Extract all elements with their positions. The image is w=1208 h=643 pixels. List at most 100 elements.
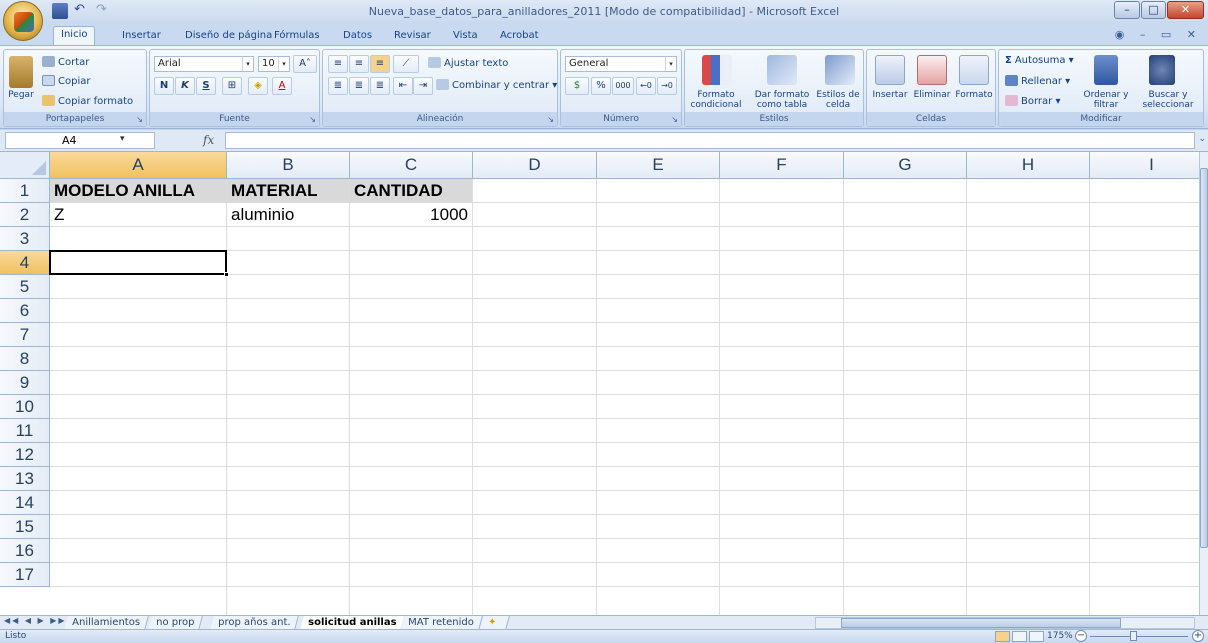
row-header-13[interactable]: 13 bbox=[0, 467, 50, 491]
align-bottom-icon[interactable]: ≡ bbox=[370, 55, 390, 73]
column-header-f[interactable]: F bbox=[720, 152, 844, 179]
horizontal-scrollbar[interactable] bbox=[815, 617, 1195, 629]
vertical-scrollbar[interactable] bbox=[1199, 152, 1208, 615]
cell-a2[interactable]: Z bbox=[50, 203, 226, 226]
percent-button[interactable]: % bbox=[591, 77, 611, 95]
paste-label[interactable]: Pegar bbox=[4, 90, 38, 100]
row-header-9[interactable]: 9 bbox=[0, 371, 50, 395]
sheet-tab-no-prop[interactable]: no prop bbox=[148, 616, 204, 630]
fill-color-icon[interactable]: ◈ bbox=[248, 77, 268, 95]
cell-styles-icon[interactable] bbox=[825, 55, 855, 85]
cell-a1[interactable]: MODELO ANILLA bbox=[50, 179, 226, 202]
sheet-tab-anillamientos[interactable]: Anillamientos bbox=[64, 616, 149, 630]
font-size-select[interactable]: 10 ▾ bbox=[258, 56, 290, 72]
find-select-button[interactable]: Buscar y seleccionar bbox=[1135, 90, 1201, 110]
currency-icon[interactable]: $ bbox=[565, 77, 589, 95]
sheet-navigation-icon[interactable]: ◀◀ ◀ ▶ ▶▶ bbox=[4, 616, 67, 625]
merge-center-button[interactable]: Combinar y centrar ▾ bbox=[436, 79, 557, 91]
minimize-button[interactable]: – bbox=[1114, 1, 1140, 19]
font-name-select[interactable]: Arial ▾ bbox=[154, 56, 254, 72]
page-break-view-icon[interactable] bbox=[1029, 631, 1044, 642]
column-header-c[interactable]: C bbox=[350, 152, 473, 179]
align-top-icon[interactable]: ≡ bbox=[328, 55, 348, 73]
maximize-button[interactable]: □ bbox=[1141, 1, 1166, 19]
name-box[interactable]: A4 bbox=[5, 132, 155, 149]
cut-button[interactable]: Cortar bbox=[42, 56, 89, 68]
tab-diseno-pagina[interactable]: Diseño de página bbox=[185, 28, 272, 43]
alignment-launcher-icon[interactable]: ↘ bbox=[547, 115, 554, 124]
align-left-icon[interactable]: ≣ bbox=[328, 77, 348, 95]
fill-handle[interactable] bbox=[224, 272, 229, 277]
formula-input[interactable] bbox=[225, 132, 1195, 149]
sort-filter-button[interactable]: Ordenar y filtrar bbox=[1081, 90, 1131, 110]
font-launcher-icon[interactable]: ↘ bbox=[309, 115, 316, 124]
cell-c1[interactable]: CANTIDAD bbox=[350, 179, 472, 202]
row-header-16[interactable]: 16 bbox=[0, 539, 50, 563]
tab-datos[interactable]: Datos bbox=[343, 28, 372, 43]
active-cell-border[interactable] bbox=[49, 250, 227, 275]
insert-cells-icon[interactable] bbox=[875, 55, 905, 85]
cell-b1[interactable]: MATERIAL bbox=[227, 179, 349, 202]
row-header-6[interactable]: 6 bbox=[0, 299, 50, 323]
row-header-14[interactable]: 14 bbox=[0, 491, 50, 515]
decrease-decimal-icon[interactable]: →0 bbox=[657, 77, 677, 95]
column-header-d[interactable]: D bbox=[473, 152, 597, 179]
cell-b2[interactable]: aluminio bbox=[227, 203, 349, 226]
cell-c2[interactable]: 1000 bbox=[350, 203, 472, 226]
column-header-g[interactable]: G bbox=[844, 152, 967, 179]
find-select-icon[interactable] bbox=[1149, 55, 1175, 85]
chevron-down-icon[interactable]: ▾ bbox=[120, 134, 125, 144]
number-launcher-icon[interactable]: ↘ bbox=[671, 115, 678, 124]
tab-revisar[interactable]: Revisar bbox=[394, 28, 431, 43]
column-header-b[interactable]: B bbox=[227, 152, 350, 179]
align-center-icon[interactable]: ≣ bbox=[349, 77, 369, 95]
borders-icon[interactable]: ⊞ bbox=[222, 77, 242, 95]
row-header-3[interactable]: 3 bbox=[0, 227, 50, 251]
select-all-button[interactable] bbox=[0, 152, 50, 179]
delete-cells-icon[interactable] bbox=[917, 55, 947, 85]
column-header-i[interactable]: I bbox=[1090, 152, 1199, 179]
close-button[interactable]: ✕ bbox=[1167, 1, 1204, 19]
tab-vista[interactable]: Vista bbox=[453, 28, 478, 43]
format-painter-button[interactable]: Copiar formato bbox=[42, 95, 133, 107]
increase-decimal-icon[interactable]: ←0 bbox=[636, 77, 656, 95]
format-as-table-button[interactable]: Dar formato como tabla bbox=[751, 90, 813, 110]
tab-insertar[interactable]: Insertar bbox=[122, 28, 161, 43]
zoom-slider-thumb[interactable] bbox=[1130, 631, 1137, 641]
conditional-format-icon[interactable] bbox=[702, 55, 732, 85]
bold-button[interactable]: N bbox=[154, 77, 174, 95]
sort-filter-icon[interactable] bbox=[1094, 55, 1118, 85]
grow-font-button[interactable]: A˄ bbox=[293, 55, 317, 73]
orientation-icon[interactable]: ⟋ bbox=[393, 55, 419, 73]
zoom-slider[interactable] bbox=[1090, 636, 1188, 637]
normal-view-icon[interactable] bbox=[995, 631, 1010, 642]
paste-icon[interactable] bbox=[9, 56, 33, 88]
row-header-17[interactable]: 17 bbox=[0, 563, 50, 587]
align-middle-icon[interactable]: ≡ bbox=[349, 55, 369, 73]
zoom-out-icon[interactable]: − bbox=[1075, 630, 1087, 642]
tab-acrobat[interactable]: Acrobat bbox=[500, 28, 539, 43]
expand-formula-bar-icon[interactable]: ⌄ bbox=[1198, 134, 1206, 144]
row-header-8[interactable]: 8 bbox=[0, 347, 50, 371]
format-as-table-icon[interactable] bbox=[767, 55, 797, 85]
row-header-1[interactable]: 1 bbox=[0, 179, 50, 203]
sheet-tab-solicitud-anillas[interactable]: solicitud anillas bbox=[300, 616, 406, 630]
row-header-2[interactable]: 2 bbox=[0, 203, 50, 227]
number-format-select[interactable]: General ▾ bbox=[565, 56, 677, 72]
column-header-h[interactable]: H bbox=[967, 152, 1090, 179]
format-cells-icon[interactable] bbox=[959, 55, 989, 85]
italic-button[interactable]: K bbox=[175, 77, 195, 95]
wrap-text-button[interactable]: Ajustar texto bbox=[428, 57, 508, 69]
align-right-icon[interactable]: ≣ bbox=[370, 77, 390, 95]
increase-indent-icon[interactable]: ⇥ bbox=[413, 77, 433, 95]
insert-cells-button[interactable]: Insertar bbox=[869, 90, 911, 100]
format-cells-button[interactable]: Formato bbox=[953, 90, 995, 100]
row-header-12[interactable]: 12 bbox=[0, 443, 50, 467]
tab-formulas[interactable]: Fórmulas bbox=[274, 28, 320, 43]
vertical-scroll-thumb[interactable] bbox=[1200, 168, 1208, 548]
underline-button[interactable]: S bbox=[196, 77, 216, 95]
insert-sheet-icon[interactable]: ✦ bbox=[480, 616, 510, 630]
delete-cells-button[interactable]: Eliminar bbox=[909, 90, 955, 100]
clear-button[interactable]: Borrar ▾ bbox=[1005, 95, 1060, 107]
clipboard-launcher-icon[interactable]: ↘ bbox=[136, 115, 143, 124]
